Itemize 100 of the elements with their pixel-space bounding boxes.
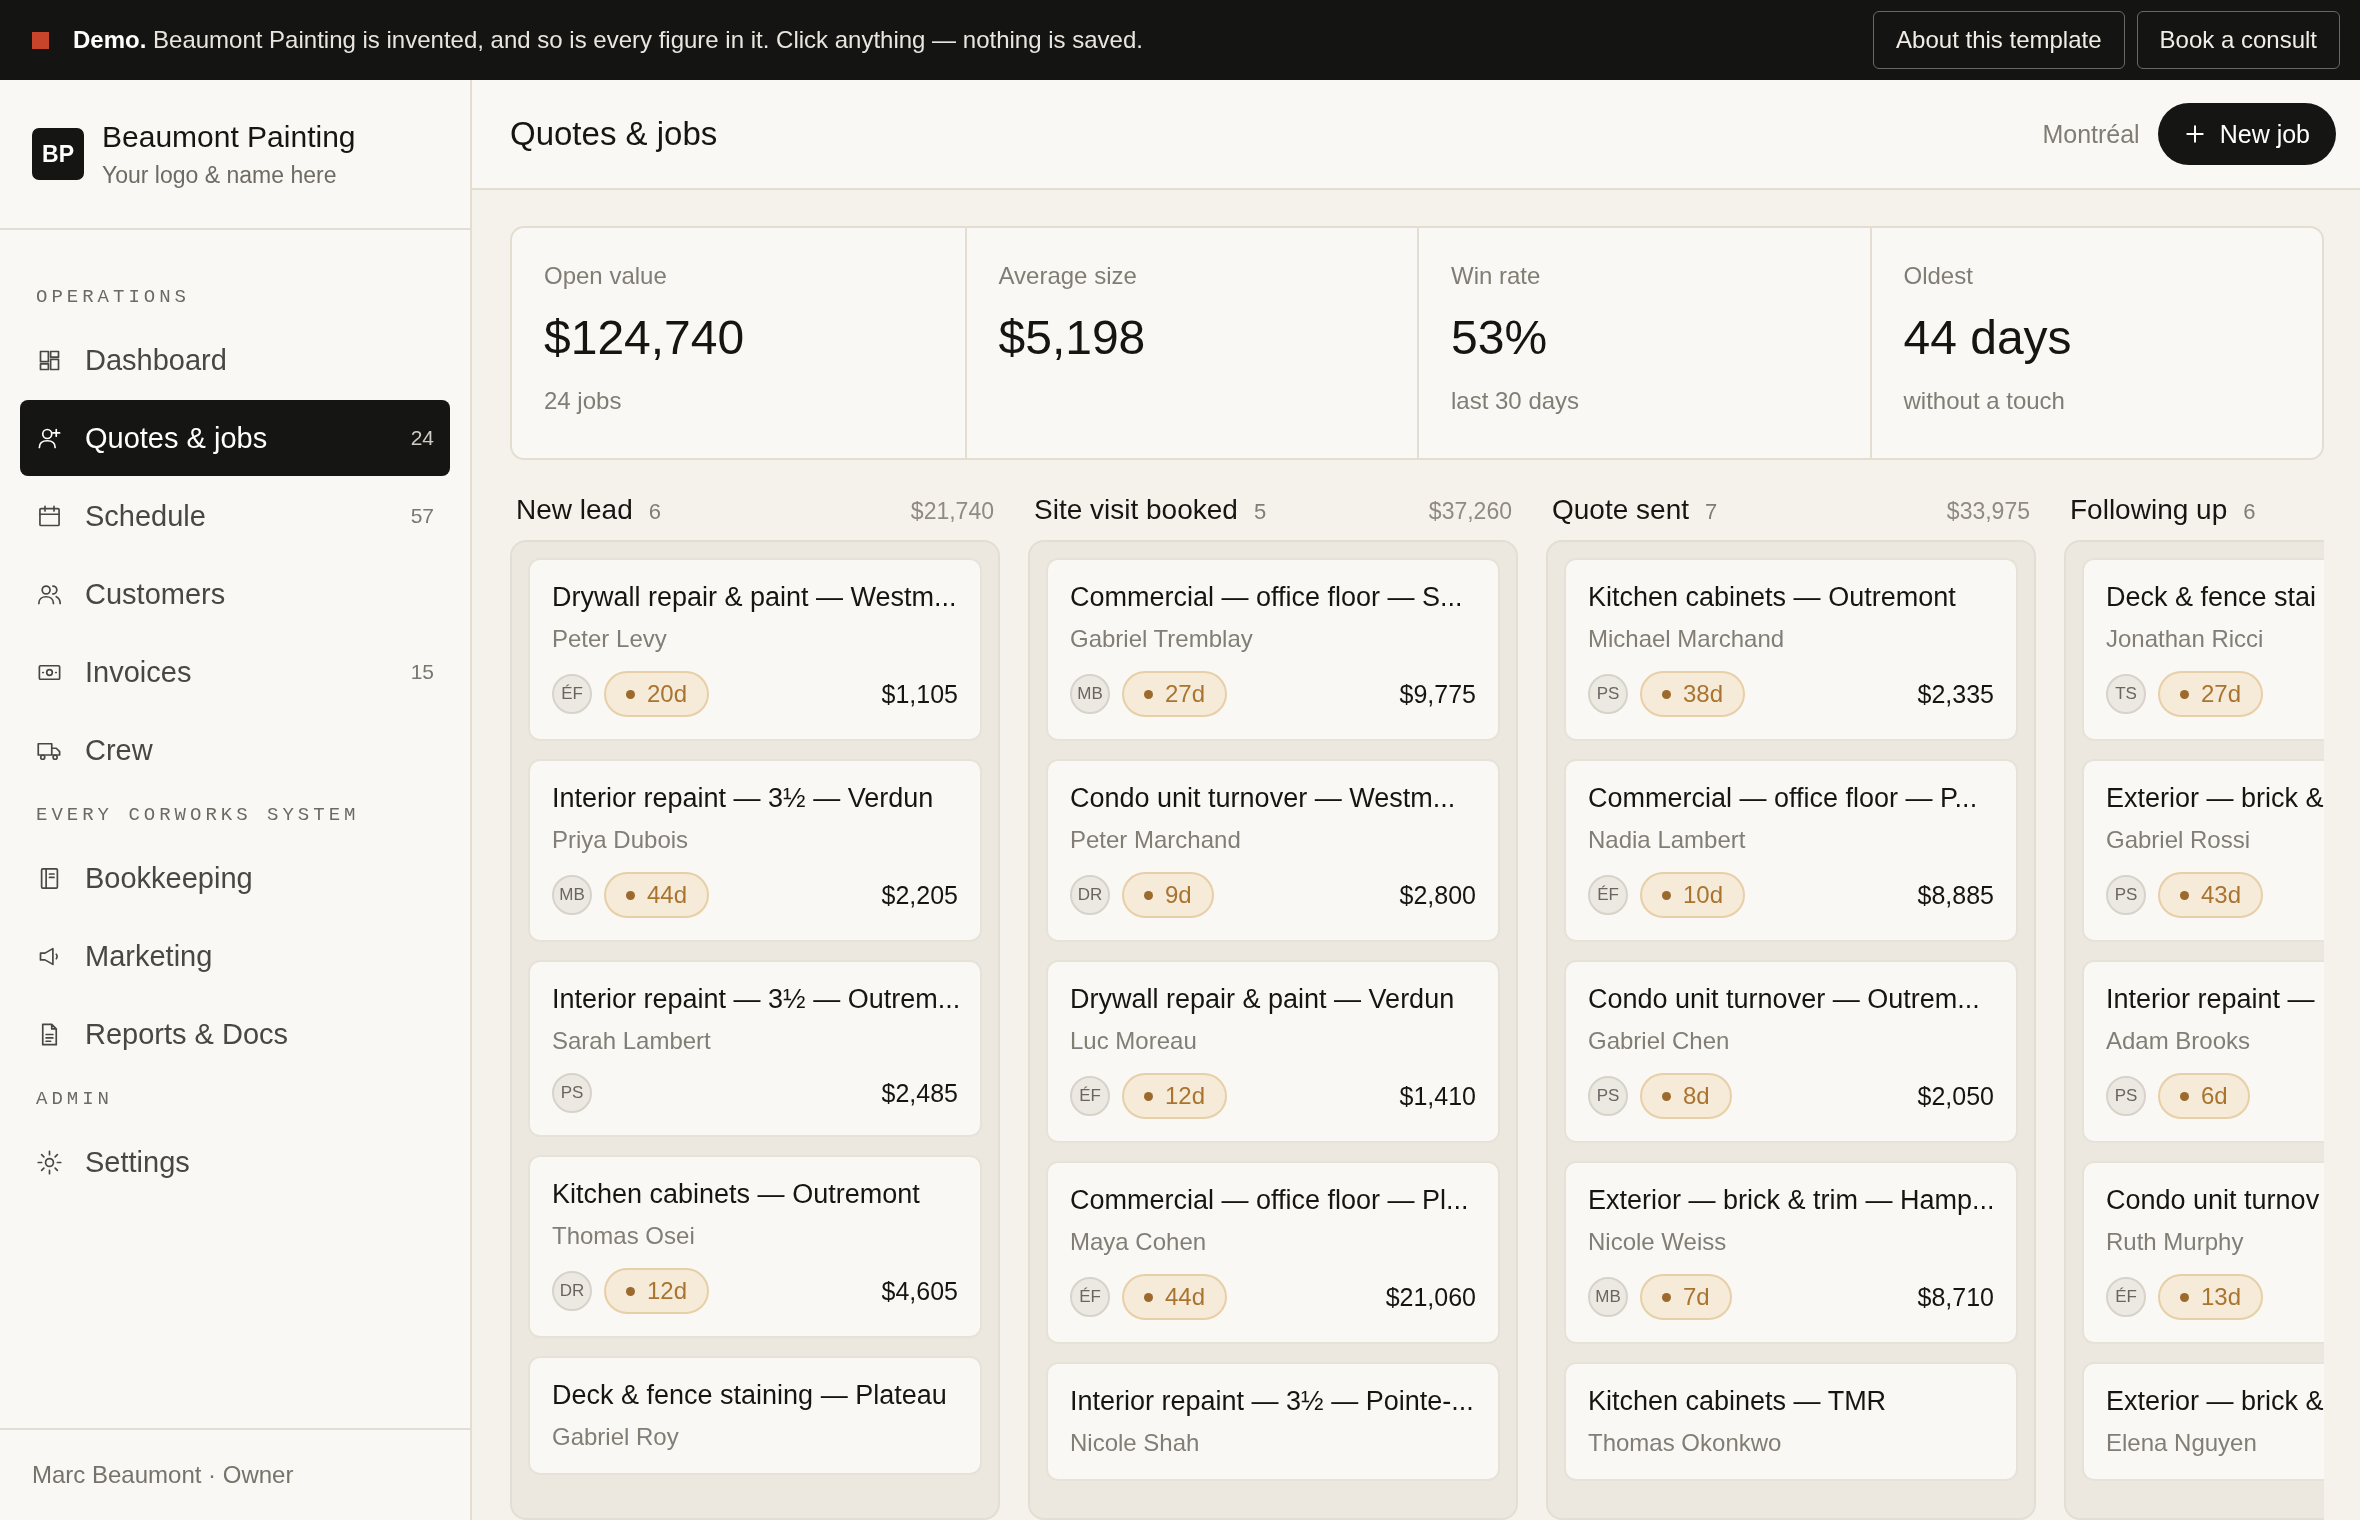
nav-item[interactable]: Reports & Docs (20, 996, 450, 1072)
banner-button[interactable]: About this template (1873, 11, 2125, 69)
job-card[interactable]: Condo unit turnover — Westm... Peter Marchand DR 9d $2,800 (1046, 759, 1500, 942)
new-job-button[interactable]: New job (2157, 103, 2336, 165)
age-pill: 27d (1122, 671, 1228, 717)
square-icon (32, 31, 49, 49)
job-card[interactable]: Commercial — office floor — S... Gabriel Tremblay MB 27d $9,775 (1046, 558, 1500, 741)
job-card[interactable]: Interior repaint — 3½ — Pointe-... Nicole Shah (1046, 1362, 1500, 1481)
job-title: Commercial — office floor — P... (1588, 783, 1979, 814)
job-card[interactable]: Deck & fence stai Jonathan Ricci TS 27d (2082, 558, 2324, 741)
job-title: Kitchen cabinets — Outremont (1588, 582, 1957, 613)
brand-name: Beaumont Painting (102, 119, 356, 154)
assignee-avatar: MB (1588, 1277, 1628, 1317)
column-count: 6 (2243, 499, 2256, 525)
job-title: Exterior — brick & (2106, 783, 2324, 814)
nav-item[interactable]: Invoices 15 (20, 634, 450, 710)
job-title: Interior repaint — 3½ — Outrem... (552, 984, 958, 1015)
job-card[interactable]: Kitchen cabinets — Outremont Thomas Osei DR 12d $4,605 (528, 1155, 982, 1338)
job-card[interactable]: Kitchen cabinets — TMR Thomas Okonkwo (1564, 1362, 2018, 1481)
nav-item[interactable]: Marketing (20, 918, 450, 994)
stat-label: Win rate (1451, 262, 1542, 290)
brand-tagline: Your logo & name here (102, 161, 338, 189)
stat-value: $124,740 (544, 310, 746, 365)
plus-icon (2183, 123, 2206, 145)
stat-label: Open value (544, 262, 668, 290)
job-amount: $2,335 (1917, 679, 1994, 709)
nav-item[interactable]: Customers (20, 556, 450, 632)
job-card[interactable]: Interior repaint — 3½ — Verdun Priya Dubois MB 44d $2,205 (528, 759, 982, 942)
age-pill: 9d (1122, 872, 1214, 918)
client-name: Maya Cohen (1070, 1228, 1208, 1256)
job-amount: $8,710 (1917, 1282, 1994, 1312)
user-label: Marc Beaumont · Owner (0, 1428, 470, 1520)
column-title: Site visit booked (1034, 494, 1238, 526)
job-card[interactable]: Exterior — brick & trim — Hamp... Nicole Weiss MB 7d $8,710 (1564, 1161, 2018, 1344)
client-name: Sarah Lambert (552, 1027, 712, 1055)
assignee-avatar: PS (1588, 1076, 1628, 1116)
location-label: Montréal (2042, 119, 2140, 149)
job-card[interactable]: Condo unit turnov Ruth Murphy ÉF 13d (2082, 1161, 2324, 1344)
nav-item[interactable]: Dashboard (20, 322, 450, 398)
assignee-avatar: ÉF (1588, 875, 1628, 915)
job-title: Exterior — brick & trim — Hamp... (1588, 1185, 1994, 1216)
job-amount: $2,205 (881, 880, 958, 910)
client-name: Gabriel Tremblay (1070, 625, 1254, 653)
page-title: Quotes & jobs (510, 115, 718, 153)
section-heading: EVERY CORWORKS SYSTEM (35, 804, 361, 826)
stat-value: $5,198 (998, 310, 1147, 365)
section-heading: ADMIN (35, 1088, 114, 1110)
job-title: Deck & fence staining — Plateau (552, 1380, 948, 1411)
job-card[interactable]: Deck & fence staining — Plateau Gabriel Roy (528, 1356, 982, 1475)
job-title: Kitchen cabinets — TMR (1588, 1386, 1888, 1417)
column-title: New lead (516, 494, 633, 526)
age-pill: 7d (1640, 1274, 1732, 1320)
age-pill: 8d (1640, 1073, 1732, 1119)
assignee-avatar: PS (2106, 875, 2146, 915)
job-card[interactable]: Drywall repair & paint — Westm... Peter Levy ÉF 20d $1,105 (528, 558, 982, 741)
age-pill: 20d (604, 671, 710, 717)
stat-note: 24 jobs (544, 387, 623, 415)
banner-button[interactable]: Book a consult (2136, 11, 2340, 69)
job-card[interactable]: Interior repaint — 3½ — Outrem... Sarah Lambert PS $2,485 (528, 960, 982, 1137)
section-heading: OPERATIONS (35, 286, 192, 308)
stat-label: Average size (998, 262, 1138, 290)
column-title: Following up (2070, 494, 2228, 526)
age-pill: 12d (604, 1268, 710, 1314)
client-name: Thomas Osei (552, 1222, 696, 1250)
column-count: 5 (1253, 499, 1267, 525)
client-name: Priya Dubois (552, 826, 690, 854)
column-total: $33,975 (1946, 498, 2030, 525)
job-card[interactable]: Exterior — brick & Gabriel Rossi PS 43d (2082, 759, 2324, 942)
job-title: Interior repaint — (2106, 984, 2316, 1015)
job-title: Commercial — office floor — Pl... (1070, 1185, 1470, 1216)
job-card[interactable]: Kitchen cabinets — Outremont Michael Marchand PS 38d $2,335 (1564, 558, 2018, 741)
job-title: Exterior — brick & (2106, 1386, 2324, 1417)
job-card[interactable]: Condo unit turnover — Outrem... Gabriel Chen PS 8d $2,050 (1564, 960, 2018, 1143)
job-card[interactable]: Commercial — office floor — Pl... Maya Cohen ÉF 44d $21,060 (1046, 1161, 1500, 1344)
job-card[interactable]: Commercial — office floor — P... Nadia Lambert ÉF 10d $8,885 (1564, 759, 2018, 942)
nav-item[interactable]: Quotes & jobs 24 (20, 400, 450, 476)
client-name: Thomas Okonkwo (1588, 1429, 1783, 1457)
nav-item[interactable]: Settings (20, 1124, 450, 1200)
client-name: Elena Nguyen (2106, 1429, 2258, 1457)
job-title: Interior repaint — 3½ — Verdun (552, 783, 935, 814)
job-amount: $4,605 (881, 1276, 958, 1306)
age-pill: 27d (2158, 671, 2264, 717)
age-pill: 44d (1122, 1274, 1228, 1320)
stat-value: 53% (1451, 310, 1549, 365)
nav-item[interactable]: Bookkeeping (20, 840, 450, 916)
assignee-avatar: PS (1588, 674, 1628, 714)
job-title: Deck & fence stai (2106, 582, 2318, 613)
stat-label: Oldest (1903, 262, 1974, 290)
job-card[interactable]: Drywall repair & paint — Verdun Luc Moreau ÉF 12d $1,410 (1046, 960, 1500, 1143)
job-title: Condo unit turnov (2106, 1185, 2321, 1216)
job-card[interactable]: Interior repaint — Adam Brooks PS 6d (2082, 960, 2324, 1143)
age-pill: 12d (1122, 1073, 1228, 1119)
logo-badge: BP (32, 128, 84, 180)
job-card[interactable]: Exterior — brick & Elena Nguyen (2082, 1362, 2324, 1481)
assignee-avatar: DR (1070, 875, 1110, 915)
column-total: $37,260 (1428, 498, 1512, 525)
nav-item[interactable]: Crew (20, 712, 450, 788)
column-count: 7 (1705, 499, 1718, 525)
column-title: Quote sent (1552, 494, 1689, 526)
nav-item[interactable]: Schedule 57 (20, 478, 450, 554)
